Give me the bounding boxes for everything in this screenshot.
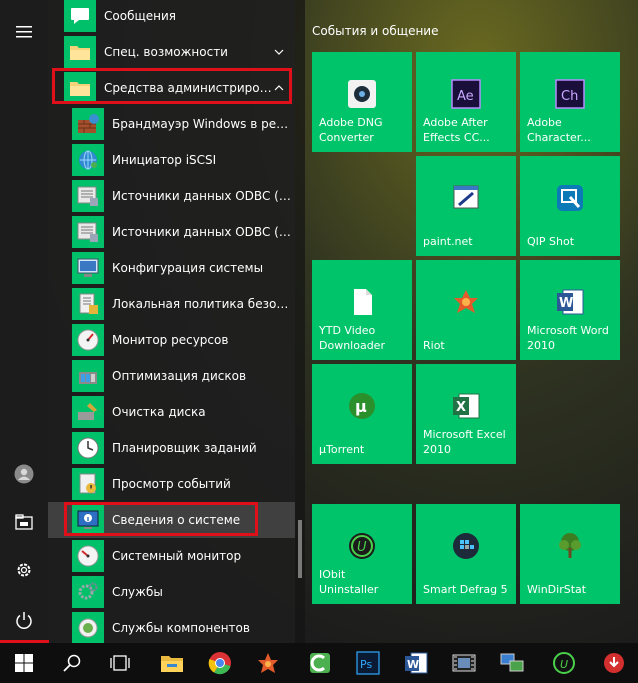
list-item[interactable]: Службы <box>48 574 295 610</box>
file-explorer-icon[interactable] <box>148 643 196 683</box>
svg-text:U: U <box>357 540 367 555</box>
windows-start-icon[interactable] <box>0 643 48 683</box>
scrollbar-thumb[interactable] <box>298 520 302 578</box>
list-item[interactable]: Средства администрировани... <box>48 70 295 106</box>
iscsi-icon <box>72 144 104 176</box>
word-icon[interactable]: W <box>392 643 440 683</box>
camtasia-icon[interactable] <box>296 643 344 683</box>
character-animator-icon: Ch <box>554 78 586 110</box>
start-left-rail <box>0 0 48 643</box>
list-item[interactable]: Источники данных ODBC (64-р... <box>48 214 295 250</box>
component-services-icon <box>72 612 104 643</box>
task-view-icon[interactable] <box>96 643 144 683</box>
list-item[interactable]: Службы компонентов <box>48 610 295 643</box>
list-item[interactable]: Конфигурация системы <box>48 250 295 286</box>
event-viewer-icon <box>72 468 104 500</box>
menu-icon[interactable] <box>0 8 48 56</box>
tile-ytd[interactable]: YTD Video Downloader <box>312 260 412 360</box>
list-item[interactable]: Просмотр событий <box>48 466 295 502</box>
list-item[interactable]: Источники данных ODBC (32-р... <box>48 178 295 214</box>
ytd-icon <box>346 286 378 318</box>
tile-paintnet[interactable]: paint.net <box>416 156 516 256</box>
qip-shot-icon <box>554 182 586 214</box>
tile-character-animator[interactable]: Ch Adobe Character... <box>520 52 620 152</box>
iobit-icon[interactable]: U <box>540 643 588 683</box>
list-item[interactable]: Сообщения <box>48 0 295 34</box>
utorrent-icon: µ <box>346 390 378 422</box>
resource-monitor-icon <box>72 324 104 356</box>
network-icon[interactable] <box>488 643 536 683</box>
list-item[interactable]: Брандмауэр Windows в режим... <box>48 106 295 142</box>
folder-icon <box>64 72 96 104</box>
taskbar: Ps W U <box>0 643 638 683</box>
odbc-icon <box>72 216 104 248</box>
file-explorer-icon[interactable] <box>0 498 48 546</box>
list-item[interactable]: Инициатор iSCSI <box>48 142 295 178</box>
svg-text:µ: µ <box>355 397 367 416</box>
svg-text:X: X <box>456 400 466 415</box>
tile-qip-shot[interactable]: QIP Shot <box>520 156 620 256</box>
tile-windirstat[interactable]: WinDirStat <box>520 504 620 604</box>
photoshop-icon[interactable]: Ps <box>344 643 392 683</box>
film-icon[interactable] <box>440 643 488 683</box>
list-item[interactable]: Спец. возможности <box>48 34 295 70</box>
svg-text:W: W <box>559 296 573 311</box>
services-icon <box>72 576 104 608</box>
search-icon[interactable] <box>48 643 96 683</box>
tile-after-effects[interactable]: Ae Adobe After Effects CC... <box>416 52 516 152</box>
power-icon[interactable] <box>0 596 48 644</box>
performance-monitor-icon <box>72 540 104 572</box>
chrome-icon[interactable] <box>196 643 244 683</box>
settings-icon[interactable] <box>0 546 48 594</box>
after-effects-icon: Ae <box>450 78 482 110</box>
windirstat-icon <box>554 530 586 562</box>
svg-text:Ch: Ch <box>561 89 578 104</box>
svg-text:U: U <box>560 658 568 671</box>
disk-cleanup-icon <box>72 396 104 428</box>
defrag-icon <box>72 360 104 392</box>
system-info-icon <box>72 504 104 536</box>
svg-text:Ae: Ae <box>457 89 474 104</box>
tile-adobe-dng[interactable]: Adobe DNG Converter <box>312 52 412 152</box>
tile-riot[interactable]: Riot <box>416 260 516 360</box>
list-item[interactable]: Планировщик заданий <box>48 430 295 466</box>
riot-icon[interactable] <box>244 643 292 683</box>
svg-text:W: W <box>407 658 419 671</box>
odbc-icon <box>72 180 104 212</box>
paintnet-icon <box>450 182 482 214</box>
list-item[interactable]: Монитор ресурсов <box>48 322 295 358</box>
tile-iobit-uninstaller[interactable]: U IObit Uninstaller <box>312 504 412 604</box>
folder-icon <box>64 36 96 68</box>
security-policy-icon <box>72 288 104 320</box>
firewall-icon <box>72 108 104 140</box>
tile-group-title: События и общение <box>312 24 439 38</box>
list-item[interactable]: Локальная политика безопасн... <box>48 286 295 322</box>
list-item[interactable]: Системный монитор <box>48 538 295 574</box>
svg-text:Ps: Ps <box>360 658 372 671</box>
word-icon: W <box>554 286 586 318</box>
download-icon[interactable] <box>590 643 638 683</box>
smart-defrag-icon <box>450 530 482 562</box>
iobit-uninstaller-icon: U <box>346 530 378 562</box>
riot-icon <box>450 286 482 318</box>
task-scheduler-icon <box>72 432 104 464</box>
tile-word[interactable]: W Microsoft Word 2010 <box>520 260 620 360</box>
list-item[interactable]: Очистка диска <box>48 394 295 430</box>
tile-excel[interactable]: X Microsoft Excel 2010 <box>416 364 516 464</box>
list-item[interactable]: Оптимизация дисков <box>48 358 295 394</box>
user-icon[interactable] <box>0 450 48 498</box>
list-item-selected[interactable]: Сведения о системе <box>48 502 295 538</box>
app-list: Сообщения Спец. возможности Средства адм… <box>48 0 295 643</box>
excel-icon: X <box>450 390 482 422</box>
adobe-dng-icon <box>346 78 378 110</box>
chevron-down-icon[interactable] <box>273 46 285 58</box>
messaging-icon <box>64 0 96 32</box>
tile-utorrent[interactable]: µ µTorrent <box>312 364 412 464</box>
tile-smart-defrag[interactable]: Smart Defrag 5 <box>416 504 516 604</box>
msconfig-icon <box>72 252 104 284</box>
chevron-up-icon[interactable] <box>273 82 285 94</box>
